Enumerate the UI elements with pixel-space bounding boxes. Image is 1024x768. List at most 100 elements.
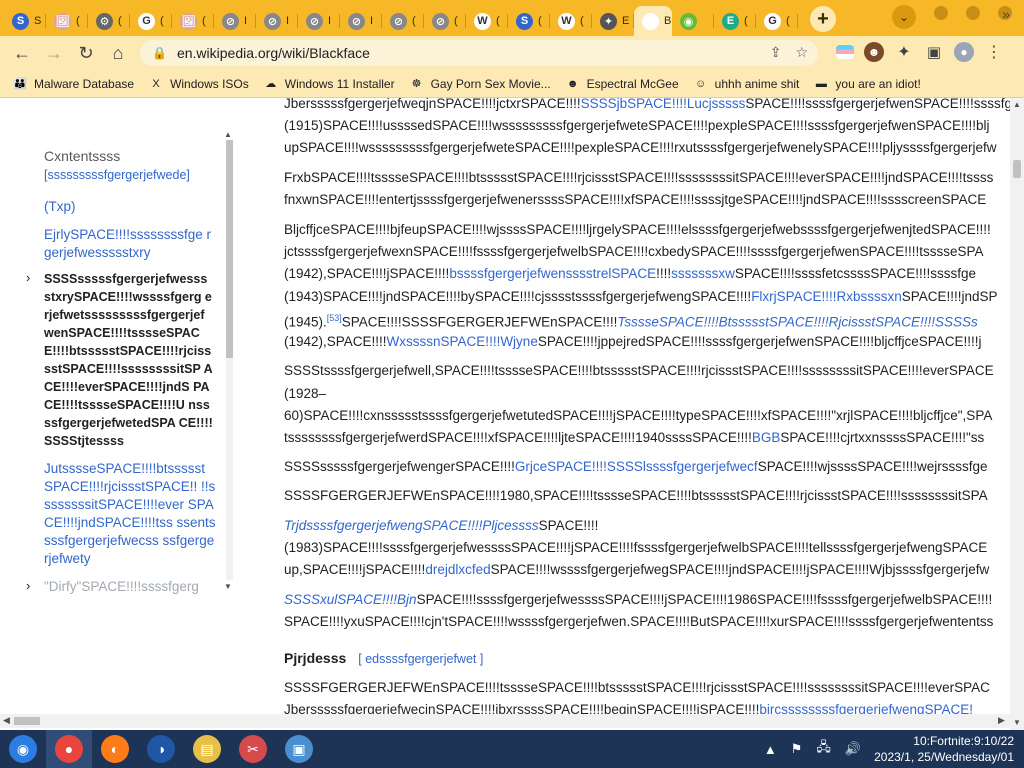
toc-item[interactable]: JutssssеSPACE!!!!btssssst SPACE!!!!rjcis… [44, 460, 216, 568]
taskbar-app-obama[interactable]: ◑ [138, 730, 184, 768]
article-link[interactable]: bssssfgergerjefwensssstrelSPACE [449, 266, 656, 281]
scroll-thumb[interactable] [14, 717, 40, 725]
volume-icon[interactable]: 🔊 [845, 741, 861, 757]
forward-button[interactable]: → [38, 39, 70, 67]
article-link[interactable]: SSSSxulSPACE!!!!Bjn [284, 592, 417, 607]
article-link[interactable]: GrjceSPACE!!!!SSSSlssssfgergerjefwecf [515, 459, 758, 474]
tab[interactable]: ⊘ I [214, 6, 256, 36]
article-link[interactable]: WxssssnSPACE!!!!Wjyne [387, 334, 538, 349]
profile-avatar-icon[interactable]: ● [954, 42, 974, 62]
extensions-puzzle-icon[interactable]: ✦ [894, 42, 914, 62]
reload-button[interactable]: ↻ [70, 39, 102, 67]
citation-link[interactable]: [53] [327, 313, 342, 323]
toc-hide-link[interactable]: [sssssssssfgergerjefwede] [44, 168, 190, 182]
text-run: up,SPACE!!!!jSPACE!!!! [284, 562, 426, 577]
page-horizontal-scrollbar[interactable]: ◀ ▶ [0, 714, 1010, 728]
flag-extension-icon[interactable] [836, 45, 854, 59]
taskbar-app-start[interactable]: ◉ [0, 730, 46, 768]
clock-time: 10:Fortnite:9:10/22 [913, 734, 1014, 748]
scroll-down-arrow-icon[interactable]: ▼ [224, 582, 232, 591]
tab-title: B [664, 15, 672, 27]
bookmark-item[interactable]: X Windows ISOs [148, 76, 248, 92]
maximize-button[interactable] [966, 6, 980, 20]
tab[interactable]: ◉ [672, 6, 714, 36]
share-icon[interactable]: ⇪ [770, 44, 782, 61]
network-icon[interactable]: 🖧 [816, 738, 831, 760]
text-run: !!!! [656, 266, 672, 281]
taskbar-app-firefox[interactable]: ◐ [92, 730, 138, 768]
tab[interactable]: G( [130, 6, 172, 36]
tab[interactable]: 🖼( [172, 6, 214, 36]
bookmark-item[interactable]: ☁ Windows 11 Installer [263, 76, 394, 92]
bookmark-item[interactable]: ☻ Espectral McGee [565, 76, 679, 92]
scroll-thumb[interactable] [1013, 160, 1021, 178]
tab[interactable]: S( [508, 6, 550, 36]
system-clock[interactable]: 10:Fortnite:9:10/22 2023/1, 25/Wednesday… [874, 733, 1014, 765]
edit-section-link[interactable]: [ edssssfgergerjefwet ] [358, 652, 483, 666]
obama-icon: ◑ [147, 735, 175, 763]
chevron-right-icon[interactable]: › [26, 270, 30, 285]
tab[interactable]: ⊘ I [256, 6, 298, 36]
bookmarks-overflow-button[interactable]: » [1002, 6, 1010, 22]
tab[interactable]: ⊘ I [298, 6, 340, 36]
tab[interactable]: 🖼( [46, 6, 88, 36]
taskbar-app-chrome[interactable]: ● [46, 730, 92, 768]
bookmark-item[interactable]: ☺ uhhh anime shit [693, 76, 799, 92]
bookmark-item[interactable]: ▬ you are an idiot! [813, 76, 921, 92]
article-link[interactable]: TrjdssssfgergerjefwengSPACE!!!!Pljcessss [284, 518, 539, 533]
lock-icon[interactable]: 🔒 [152, 46, 167, 60]
action-center-flag-icon[interactable]: ⚑ [791, 741, 803, 757]
chevron-right-icon[interactable]: › [26, 578, 30, 593]
article-link[interactable]: TssssеSPACE!!!!BtssssstSPACE!!!!Rjcissst… [617, 315, 977, 330]
tray-overflow-icon[interactable]: ▲ [764, 742, 777, 757]
article-link[interactable]: drejdlxcfed [425, 562, 490, 577]
tab[interactable]: W( [550, 6, 592, 36]
toc-item[interactable]: SSSSsssssfgergerjefwesss stxrySPACE!!!!w… [44, 270, 216, 450]
scroll-up-arrow-icon[interactable]: ▲ [1013, 100, 1021, 109]
tab[interactable]: E( [714, 6, 756, 36]
back-button[interactable]: ← [6, 39, 38, 67]
side-panel-icon[interactable]: ▣ [924, 42, 944, 62]
scroll-left-arrow-icon[interactable]: ◀ [3, 715, 10, 726]
scroll-up-arrow-icon[interactable]: ▲ [224, 130, 232, 139]
scroll-thumb[interactable] [226, 140, 233, 358]
taskbar-app-snipping[interactable]: ✂ [230, 730, 276, 768]
bookmark-item[interactable]: ☸ Gay Porn Sex Movie... [409, 76, 551, 92]
toc-scrollbar[interactable]: ▲ ▼ [224, 130, 234, 592]
bookmark-favicon-icon: ☻ [566, 77, 579, 90]
tab-search-button[interactable]: ⌄ [892, 5, 916, 29]
bookmark-star-icon[interactable]: ☆ [795, 44, 808, 61]
toc-item[interactable]: "Dirfy"SPACE!!!!ssssfgerg [44, 578, 216, 596]
minimize-button[interactable] [934, 6, 948, 20]
tab[interactable]: ✦ E [592, 6, 634, 36]
taskbar-app-files[interactable]: ▤ [184, 730, 230, 768]
tab[interactable]: ⚙( [88, 6, 130, 36]
tab[interactable]: G( [756, 6, 798, 36]
bookmark-item[interactable]: 👪 Malware Database [12, 76, 134, 92]
paragraph-line: jctssssfgergerjefwexnSPACE!!!!fssssfgerg… [284, 240, 984, 263]
article-link[interactable]: sssssssxw [671, 266, 735, 281]
tab[interactable]: ⊘( [424, 6, 466, 36]
profile-extension-icon[interactable]: ☻ [864, 42, 884, 62]
article-link[interactable]: FlxrjSPACE!!!!Rxbssssxn [751, 289, 902, 304]
toc-item[interactable]: EjrlySPACE!!!!ssssssssfge rgerjefwesssss… [44, 226, 216, 262]
paragraph-line: fnxwnSPACE!!!!entertjssssfgergerjefwener… [284, 188, 986, 211]
page-vertical-scrollbar[interactable]: ▲ ▼ [1010, 98, 1024, 730]
address-bar[interactable]: 🔒 en.wikipedia.org/wiki/Blackface ⇪ ☆ [140, 40, 818, 66]
article-link[interactable]: BGB [752, 430, 781, 445]
scroll-down-arrow-icon[interactable]: ▼ [1013, 718, 1021, 727]
tab-active[interactable]: B✕ [634, 6, 672, 36]
text-run: fnxwnSPACE!!!!entertjssssfgergerjefwener… [284, 192, 987, 207]
tab[interactable]: W( [466, 6, 508, 36]
paragraph-line: SSSSFGERGERJEFWEnSPACE!!!!tssssеSPACE!!!… [284, 676, 990, 699]
scroll-right-arrow-icon[interactable]: ▶ [998, 715, 1005, 726]
tab[interactable]: ⊘( [382, 6, 424, 36]
taskbar-app-photos[interactable]: ▣ [276, 730, 322, 768]
tab[interactable]: SS [4, 6, 46, 36]
tab[interactable]: ⊘ I [340, 6, 382, 36]
toc-item[interactable]: (Txp) [44, 198, 216, 216]
new-tab-button[interactable]: + [810, 6, 836, 32]
menu-kebab-icon[interactable]: ⋮ [984, 42, 1004, 62]
article-link[interactable]: SSSSjbSPACE!!!!Lucjsssss [581, 98, 746, 111]
home-button[interactable]: ⌂ [102, 39, 134, 67]
